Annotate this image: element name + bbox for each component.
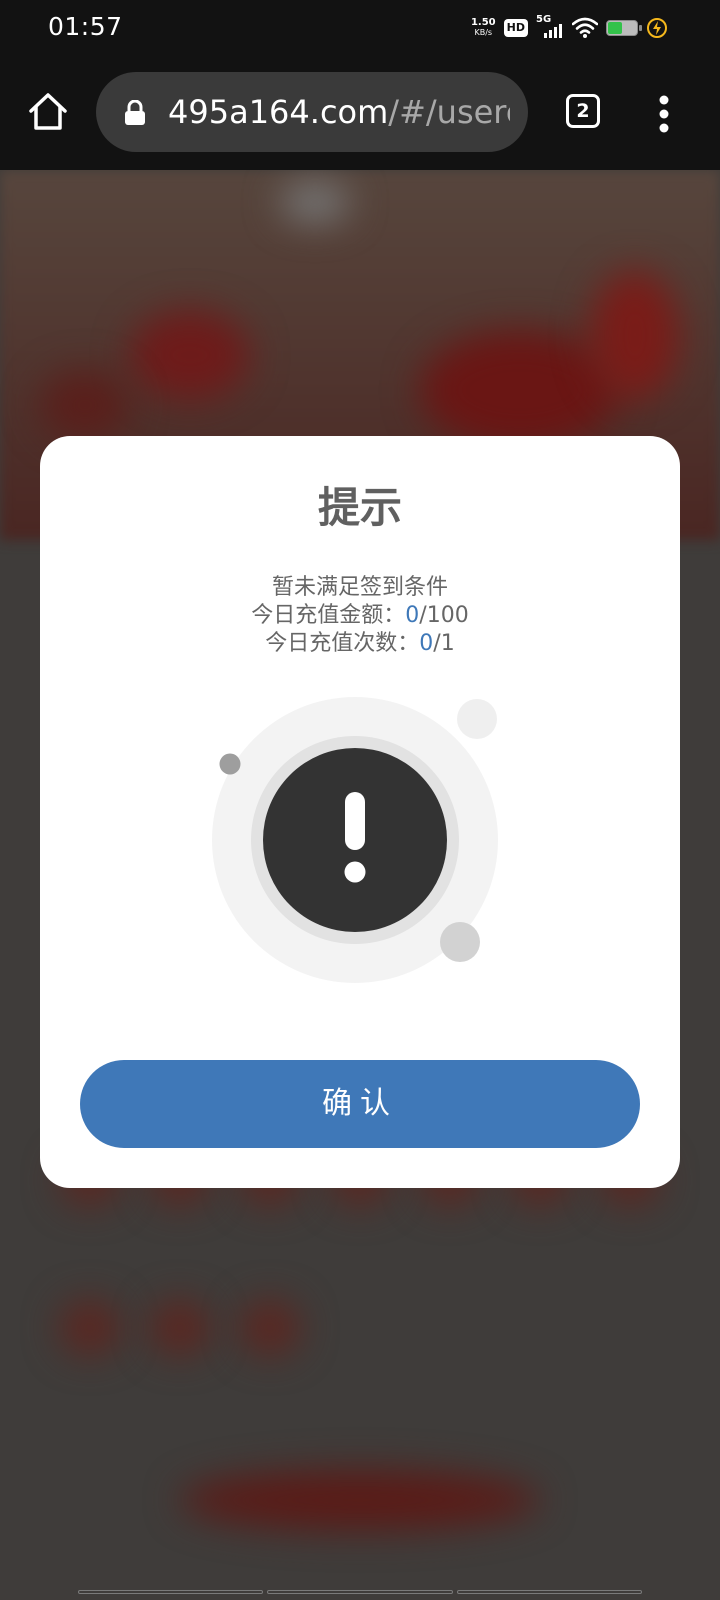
tab-count: 2 xyxy=(576,100,590,122)
blurred-shape xyxy=(240,1300,300,1355)
blurred-shape xyxy=(280,182,350,222)
battery-fill xyxy=(608,22,622,34)
net-speed-indicator: 1.50 KB/s xyxy=(471,18,496,38)
recharge-amount-line: 今日充值金额：0/100 xyxy=(40,602,680,630)
blurred-shape xyxy=(150,1300,210,1355)
lock-icon xyxy=(125,100,145,125)
confirm-button[interactable]: 确认 xyxy=(80,1060,640,1148)
exclamation-icon xyxy=(212,697,498,983)
net-speed-unit: KB/s xyxy=(474,28,493,37)
browser-toolbar: 495a164.com/#/userce 2 xyxy=(0,56,720,170)
charging-icon xyxy=(647,18,667,38)
dialog-title: 提示 xyxy=(317,483,402,532)
wifi-icon xyxy=(572,17,598,38)
tabs-button[interactable]: 2 xyxy=(566,94,600,128)
condition-not-met-text: 暂未满足签到条件 xyxy=(271,575,448,600)
recharge-amount-current: 0 xyxy=(405,603,420,628)
url-text: 495a164.com/#/userce xyxy=(168,92,510,132)
blurred-shape xyxy=(40,370,130,440)
more-vert-icon[interactable] xyxy=(648,92,680,136)
recharge-count-current: 0 xyxy=(419,631,434,656)
net-speed-value: 1.50 xyxy=(470,17,496,28)
address-bar[interactable]: 495a164.com/#/userce xyxy=(96,72,528,152)
dialog-message: 暂未满足签到条件 今日充值金额：0/100 今日充值次数：0/1 xyxy=(40,574,680,658)
sign-in-alert-dialog: 提示 暂未满足签到条件 今日充值金额：0/100 今日充值次数：0/1 确认 xyxy=(40,436,680,1188)
cell-signal-icon: 5G xyxy=(536,14,564,40)
url-domain: 495a164.com xyxy=(168,93,389,131)
blurred-shape xyxy=(180,1470,540,1530)
status-time: 01:57 xyxy=(48,12,123,41)
battery-icon xyxy=(606,20,642,36)
url-path: /#/userce xyxy=(388,93,510,131)
recharge-count-label: 今日充值次数： xyxy=(265,631,420,656)
recharge-amount-required: /100 xyxy=(419,603,469,628)
status-bar: 01:57 1.50 KB/s HD 5G xyxy=(0,0,720,56)
blurred-shape xyxy=(130,310,250,400)
recharge-amount-label: 今日充值金额： xyxy=(251,603,406,628)
home-icon[interactable] xyxy=(26,90,70,134)
blurred-shape xyxy=(60,1300,120,1355)
recharge-count-line: 今日充值次数：0/1 xyxy=(40,630,680,658)
blurred-shape xyxy=(590,270,680,400)
bottom-tab-outline xyxy=(78,1590,642,1594)
recharge-count-required: /1 xyxy=(433,631,455,656)
status-icons: 1.50 KB/s HD 5G xyxy=(471,14,668,42)
hd-badge: HD xyxy=(503,19,528,37)
